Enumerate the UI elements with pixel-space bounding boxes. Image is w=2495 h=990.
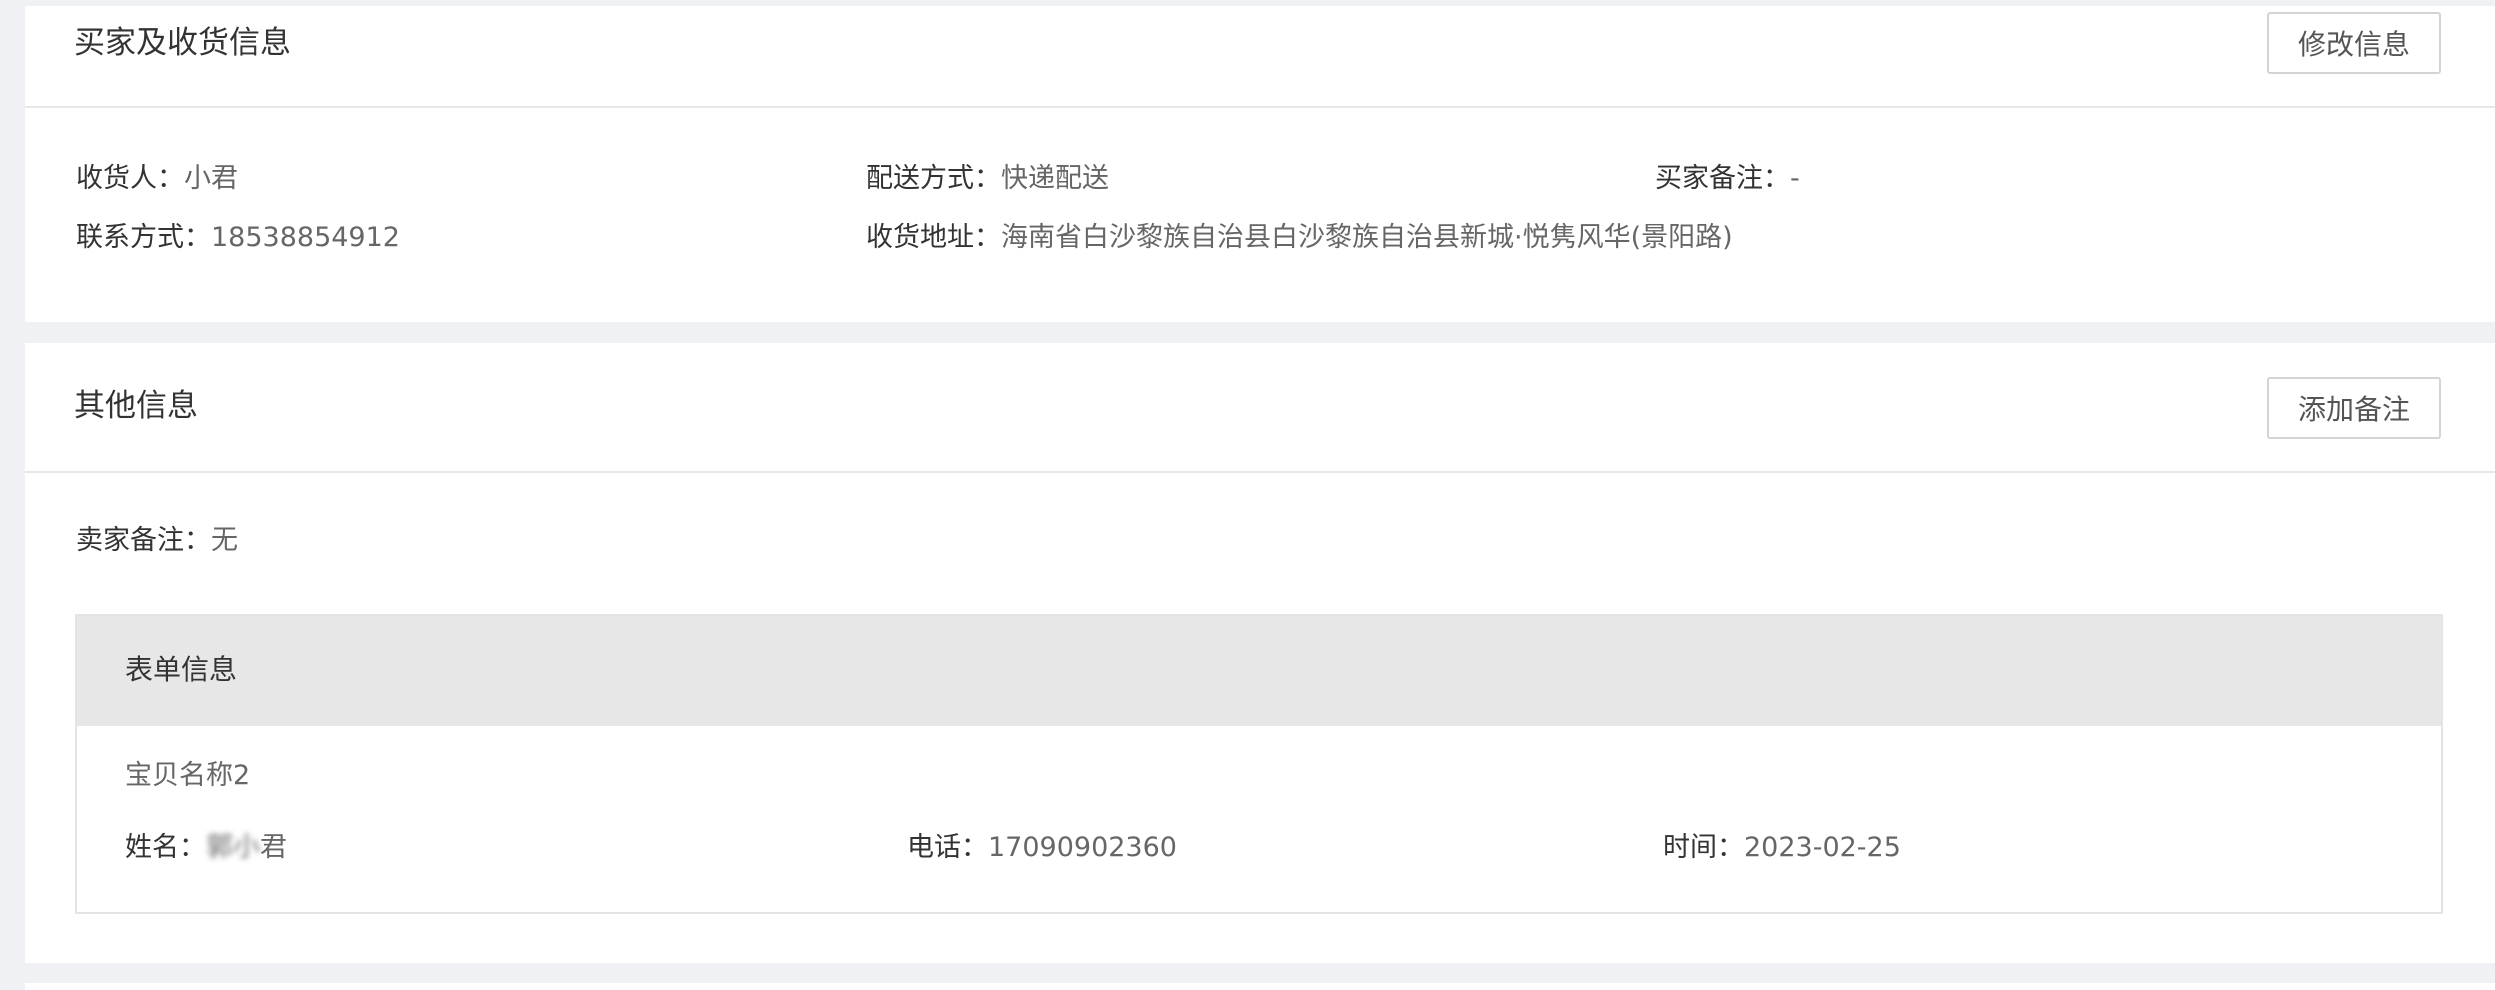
shipping-address-field: 收货地址：海南省白沙黎族自治县白沙黎族自治县新城·悦隽风华(景阳路) bbox=[866, 224, 1733, 251]
buyer-shipping-title: 买家及收货信息 bbox=[74, 25, 291, 61]
delivery-method-field: 配送方式：快递配送 bbox=[866, 165, 1109, 192]
other-info-title: 其他信息 bbox=[74, 388, 198, 424]
contact-value: 18538854912 bbox=[211, 222, 400, 253]
form-phone-field: 电话：17090902360 bbox=[907, 834, 1177, 861]
seller-note-field: 卖家备注：无 bbox=[76, 527, 238, 554]
form-info-title: 表单信息 bbox=[125, 653, 238, 686]
shipping-address-label: 收货地址： bbox=[866, 222, 1001, 253]
buyer-note-value: - bbox=[1790, 163, 1800, 194]
receiver-field: 收货人：小君 bbox=[76, 165, 238, 192]
form-info-panel: 表单信息 宝贝名称2 姓名：郭小君 电话：17090902360 时间：2023… bbox=[75, 614, 2443, 914]
form-phone-label: 电话： bbox=[907, 832, 988, 863]
delivery-method-label: 配送方式： bbox=[866, 163, 1001, 194]
other-info-header: 其他信息 添加备注 bbox=[25, 343, 2495, 473]
form-time-field: 时间：2023-02-25 bbox=[1663, 834, 1901, 861]
next-card-edge bbox=[25, 983, 2495, 990]
form-name-blurred: 郭 bbox=[206, 832, 233, 863]
item-name: 宝贝名称2 bbox=[125, 762, 250, 789]
receiver-label: 收货人： bbox=[76, 163, 184, 194]
add-note-button[interactable]: 添加备注 bbox=[2267, 377, 2441, 439]
contact-label: 联系方式： bbox=[76, 222, 211, 253]
form-name-field: 姓名：郭小君 bbox=[125, 834, 287, 861]
seller-note-value: 无 bbox=[211, 525, 238, 556]
buyer-shipping-card: 买家及收货信息 修改信息 收货人：小君 联系方式：18538854912 配送方… bbox=[25, 6, 2495, 322]
form-time-value: 2023-02-25 bbox=[1744, 832, 1901, 863]
form-name-blurred-mid: 小 bbox=[233, 832, 260, 863]
delivery-method-value: 快递配送 bbox=[1001, 163, 1109, 194]
contact-field: 联系方式：18538854912 bbox=[76, 224, 400, 251]
edit-info-button[interactable]: 修改信息 bbox=[2267, 12, 2441, 74]
receiver-value: 小君 bbox=[184, 163, 238, 194]
buyer-note-label: 买家备注： bbox=[1655, 163, 1790, 194]
form-time-label: 时间： bbox=[1663, 832, 1744, 863]
form-name-value: 君 bbox=[260, 832, 287, 863]
item-name-text: 宝贝名称2 bbox=[125, 760, 251, 791]
buyer-note-field: 买家备注：- bbox=[1655, 165, 1800, 192]
seller-note-label: 卖家备注： bbox=[76, 525, 211, 556]
form-info-header: 表单信息 bbox=[77, 616, 2441, 726]
other-info-card: 其他信息 添加备注 卖家备注：无 表单信息 宝贝名称2 姓名：郭小君 电话：17… bbox=[25, 343, 2495, 963]
buyer-shipping-header: 买家及收货信息 修改信息 bbox=[25, 6, 2495, 108]
form-phone-value: 17090902360 bbox=[988, 832, 1177, 863]
form-name-label: 姓名： bbox=[125, 832, 206, 863]
shipping-address-value: 海南省白沙黎族自治县白沙黎族自治县新城·悦隽风华(景阳路) bbox=[1001, 222, 1733, 253]
